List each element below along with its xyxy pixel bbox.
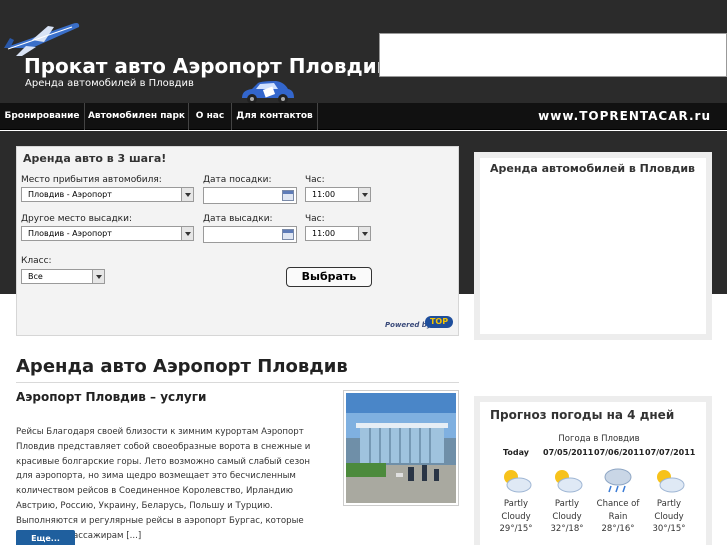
forecast-condition-line2: Rain bbox=[608, 512, 628, 522]
pickup-time-select[interactable]: 11:00 bbox=[305, 187, 371, 202]
forecast-condition-line1: Partly bbox=[503, 499, 529, 509]
forecast-day: 07/07/2011 bbox=[645, 448, 696, 457]
forecast-condition-line1: Chance of bbox=[596, 499, 640, 509]
forecast-condition: Partly Cloudy bbox=[643, 498, 695, 524]
post-title[interactable]: Аэропорт Пловдив – услуги bbox=[16, 390, 206, 404]
nav-item-booking[interactable]: Бронирование bbox=[0, 103, 85, 130]
dropoff-time-label: Час: bbox=[305, 214, 325, 224]
dropoff-location-value: Пловдив - Аэропорт bbox=[28, 229, 112, 238]
airport-photo[interactable] bbox=[343, 390, 459, 506]
nav-item-contacts[interactable]: Для контактов bbox=[232, 103, 318, 130]
site-header: Прокат авто Аэропорт Пловдив Аренда авто… bbox=[0, 0, 727, 104]
chevron-down-icon bbox=[358, 188, 370, 201]
nav-item-fleet[interactable]: Автомобилен парк bbox=[85, 103, 189, 130]
dropoff-time-select[interactable]: 11:00 bbox=[305, 226, 371, 241]
forecast-condition: Partly Cloudy bbox=[490, 498, 542, 524]
weather-title: Прогноз погоды на 4 дней bbox=[490, 408, 675, 422]
dropoff-location-label: Другое место высадки: bbox=[21, 214, 133, 224]
calendar-icon[interactable] bbox=[282, 229, 294, 240]
class-value: Все bbox=[28, 272, 43, 281]
post-excerpt: Рейсы Благодаря своей близости к зимним … bbox=[16, 427, 311, 541]
header-banner-box bbox=[379, 33, 727, 77]
dropoff-location-select[interactable]: Пловдив - Аэропорт bbox=[21, 226, 194, 241]
forecast-condition-line1: Partly bbox=[656, 499, 682, 509]
forecast-condition-line1: Partly bbox=[554, 499, 580, 509]
dropoff-date-input[interactable] bbox=[203, 226, 297, 243]
read-more-button[interactable]: Еще... bbox=[16, 530, 75, 545]
pickup-location-label: Место прибытия автомобиля: bbox=[21, 175, 162, 185]
divider bbox=[16, 382, 459, 383]
main-nav: Бронирование Автомобилен парк О нас Для … bbox=[0, 103, 727, 130]
nav-item-about[interactable]: О нас bbox=[189, 103, 232, 130]
forecast-day: 07/06/2011 bbox=[594, 448, 645, 457]
forecast-condition-line2: Cloudy bbox=[501, 512, 531, 522]
forecast-day: Today bbox=[503, 448, 529, 457]
forecast-temp: 32°/18° bbox=[550, 524, 584, 534]
forecast-condition-line2: Cloudy bbox=[654, 512, 684, 522]
partly-cloudy-icon bbox=[657, 470, 685, 493]
chevron-down-icon bbox=[181, 227, 193, 240]
site-subtitle: Аренда автомобилей в Пловдив bbox=[25, 78, 194, 89]
airplane-icon bbox=[4, 23, 80, 56]
pickup-location-select[interactable]: Пловдив - Аэропорт bbox=[21, 187, 194, 202]
pickup-location-value: Пловдив - Аэропорт bbox=[28, 190, 112, 199]
pickup-date-input[interactable] bbox=[203, 187, 297, 204]
site-title: Прокат авто Аэропорт Пловдив bbox=[24, 54, 390, 78]
forecast-condition-line2: Cloudy bbox=[552, 512, 582, 522]
chevron-down-icon bbox=[181, 188, 193, 201]
weather-city: Погода в Пловдив bbox=[558, 434, 640, 444]
rain-icon bbox=[604, 468, 632, 493]
airport-photo-image bbox=[346, 393, 456, 503]
partly-cloudy-icon bbox=[555, 470, 583, 493]
dropoff-date-label: Дата высадки: bbox=[203, 214, 273, 224]
partly-cloudy-icon bbox=[504, 470, 532, 493]
nav-brand[interactable]: www.TOPRENTACAR.ru bbox=[538, 103, 711, 130]
pickup-date-label: Дата посадки: bbox=[203, 175, 272, 185]
submit-button[interactable]: Выбрать bbox=[286, 267, 372, 287]
forecast-temp: 28°/16° bbox=[601, 524, 635, 534]
class-label: Класс: bbox=[21, 256, 52, 266]
chevron-down-icon bbox=[92, 270, 104, 283]
forecast-condition: Partly Cloudy bbox=[541, 498, 593, 524]
class-select[interactable]: Все bbox=[21, 269, 105, 284]
chevron-down-icon bbox=[358, 227, 370, 240]
pickup-time-label: Час: bbox=[305, 175, 325, 185]
forecast-temp: 29°/15° bbox=[499, 524, 533, 534]
forecast-temp: 30°/15° bbox=[652, 524, 686, 534]
calendar-icon[interactable] bbox=[282, 190, 294, 201]
forecast-day: 07/05/2011 bbox=[543, 448, 594, 457]
page-title: Аренда авто Аэропорт Пловдив bbox=[16, 356, 348, 377]
sidebar-rent-box: Аренда автомобилей в Пловдив bbox=[474, 152, 712, 340]
pickup-time-value: 11:00 bbox=[312, 190, 336, 199]
dropoff-time-value: 11:00 bbox=[312, 229, 336, 238]
powered-by-logo[interactable]: TOP bbox=[425, 316, 453, 328]
forecast-condition: Chance of Rain bbox=[592, 498, 644, 524]
booking-widget: Аренда авто в 3 шага! Место прибытия авт… bbox=[16, 146, 459, 336]
booking-title: Аренда авто в 3 шага! bbox=[23, 152, 167, 165]
sidebar-rent-title: Аренда автомобилей в Пловдив bbox=[490, 162, 696, 175]
